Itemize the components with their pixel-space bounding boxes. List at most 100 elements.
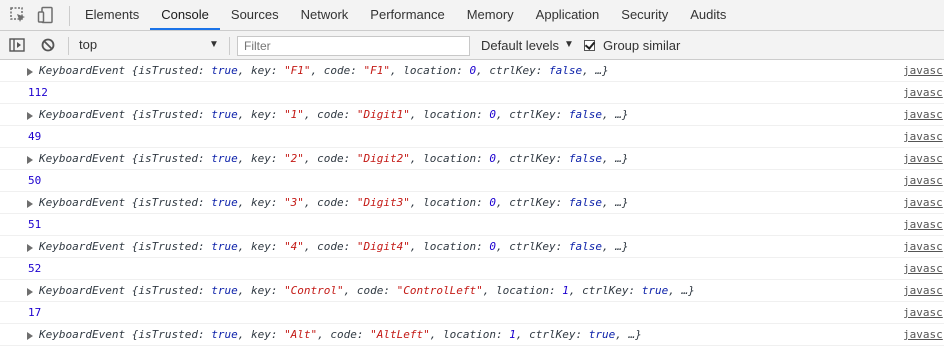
prop-name: , key: <box>237 328 285 341</box>
source-link[interactable]: javasc <box>903 236 943 258</box>
prop-name: , ctrlKey: <box>568 284 642 297</box>
prop-value: "Control" <box>284 284 344 297</box>
prop-value: true <box>211 108 238 121</box>
prop-value: "Digit2" <box>356 152 410 165</box>
object-preview[interactable]: KeyboardEvent {isTrusted: true, key: "Al… <box>39 324 642 346</box>
console-number-row: 112 javasc <box>0 82 944 104</box>
tab-console[interactable]: Console <box>150 0 220 30</box>
logged-number: 50 <box>28 174 42 187</box>
prop-value: true <box>211 196 238 209</box>
prop-value: false <box>549 64 583 77</box>
object-preview[interactable]: KeyboardEvent {isTrusted: true, key: "1"… <box>39 104 629 126</box>
prop-name: isTrusted: <box>138 152 212 165</box>
prop-value: true <box>641 284 669 297</box>
object-preview[interactable]: KeyboardEvent {isTrusted: true, key: "F1… <box>39 60 609 82</box>
console-messages: KeyboardEvent {isTrusted: true, key: "F1… <box>0 60 944 346</box>
source-link[interactable]: javasc <box>903 324 943 346</box>
tab-network[interactable]: Network <box>290 0 360 30</box>
prop-value: true <box>211 328 238 341</box>
logged-number: 112 <box>28 86 48 99</box>
console-number-row: 17 javasc <box>0 302 944 324</box>
prop-name: , location: <box>429 328 510 341</box>
log-levels-dropdown[interactable]: Default levels <box>481 38 559 53</box>
prop-value: "ControlLeft" <box>396 284 483 297</box>
prop-name: , key: <box>237 64 285 77</box>
prop-value: "4" <box>284 240 304 253</box>
prop-value: true <box>211 152 238 165</box>
prop-name: , code: <box>303 152 357 165</box>
prop-value: true <box>588 328 616 341</box>
expand-triangle-icon[interactable] <box>27 68 33 76</box>
expand-triangle-icon[interactable] <box>27 200 33 208</box>
prop-name: isTrusted: <box>138 328 212 341</box>
object-preview[interactable]: KeyboardEvent {isTrusted: true, key: "4"… <box>39 236 629 258</box>
tab-sources[interactable]: Sources <box>220 0 290 30</box>
prop-name: , key: <box>237 196 285 209</box>
source-link[interactable]: javasc <box>903 170 943 192</box>
brace: { <box>125 328 139 341</box>
filter-input[interactable] <box>237 36 470 56</box>
prop-name: , ctrlKey: <box>496 152 569 165</box>
prop-name: , key: <box>237 284 285 297</box>
prop-name: , location: <box>390 64 470 77</box>
tab-application[interactable]: Application <box>525 0 611 30</box>
source-link[interactable]: javasc <box>903 104 943 126</box>
console-object-row: KeyboardEvent {isTrusted: true, key: "Al… <box>0 324 944 346</box>
prop-name: , code: <box>303 196 357 209</box>
expand-triangle-icon[interactable] <box>27 332 33 340</box>
panel-tabs: Elements Console Sources Network Performance… <box>74 0 737 30</box>
source-link[interactable]: javasc <box>903 148 943 170</box>
prop-name: , code: <box>303 108 357 121</box>
prop-value: "Digit3" <box>356 196 410 209</box>
prop-name: isTrusted: <box>138 108 212 121</box>
source-link[interactable]: javasc <box>903 258 943 280</box>
source-link[interactable]: javasc <box>903 82 943 104</box>
prop-value: 1 <box>562 284 569 297</box>
tab-performance[interactable]: Performance <box>359 0 455 30</box>
class-name: KeyboardEvent <box>39 328 126 341</box>
tab-memory[interactable]: Memory <box>456 0 525 30</box>
object-preview[interactable]: KeyboardEvent {isTrusted: true, key: "Co… <box>39 280 695 302</box>
source-link[interactable]: javasc <box>903 302 943 324</box>
prop-name: , location: <box>409 108 490 121</box>
logged-number: 52 <box>28 262 42 275</box>
prop-name: , ctrlKey: <box>515 328 589 341</box>
expand-triangle-icon[interactable] <box>27 244 33 252</box>
prop-value: false <box>568 196 602 209</box>
console-number-row: 51 javasc <box>0 214 944 236</box>
expand-triangle-icon[interactable] <box>27 112 33 120</box>
source-link[interactable]: javasc <box>903 214 943 236</box>
source-link[interactable]: javasc <box>903 126 943 148</box>
clear-console-icon[interactable] <box>39 36 57 54</box>
inspect-element-icon[interactable] <box>9 6 27 24</box>
console-sidebar-icon[interactable] <box>8 36 26 54</box>
prop-value: "Digit1" <box>356 108 410 121</box>
tab-audits[interactable]: Audits <box>679 0 737 30</box>
console-object-row: KeyboardEvent {isTrusted: true, key: "1"… <box>0 104 944 126</box>
prop-value: "Digit4" <box>356 240 410 253</box>
context-dropdown-arrow-icon[interactable]: ▼ <box>209 39 219 50</box>
prop-name: isTrusted: <box>138 196 212 209</box>
group-similar-checkbox[interactable] <box>584 39 596 51</box>
object-preview[interactable]: KeyboardEvent {isTrusted: true, key: "2"… <box>39 148 629 170</box>
source-link[interactable]: javasc <box>903 192 943 214</box>
prop-value: true <box>211 64 238 77</box>
source-link[interactable]: javasc <box>903 60 943 82</box>
prop-name: , location: <box>409 240 490 253</box>
prop-name: , location: <box>409 196 490 209</box>
prop-value: "1" <box>284 108 304 121</box>
expand-triangle-icon[interactable] <box>27 288 33 296</box>
tab-elements[interactable]: Elements <box>74 0 150 30</box>
object-preview[interactable]: KeyboardEvent {isTrusted: true, key: "3"… <box>39 192 629 214</box>
tab-security[interactable]: Security <box>610 0 679 30</box>
levels-dropdown-arrow-icon[interactable]: ▼ <box>564 39 574 50</box>
context-selector[interactable]: top <box>79 37 97 52</box>
device-toolbar-icon[interactable] <box>37 6 55 24</box>
prop-value: 1 <box>509 328 516 341</box>
prop-name: , key: <box>237 240 285 253</box>
class-name: KeyboardEvent <box>39 108 126 121</box>
source-link[interactable]: javasc <box>903 280 943 302</box>
brace: { <box>125 284 139 297</box>
prop-value: true <box>211 240 238 253</box>
expand-triangle-icon[interactable] <box>27 156 33 164</box>
